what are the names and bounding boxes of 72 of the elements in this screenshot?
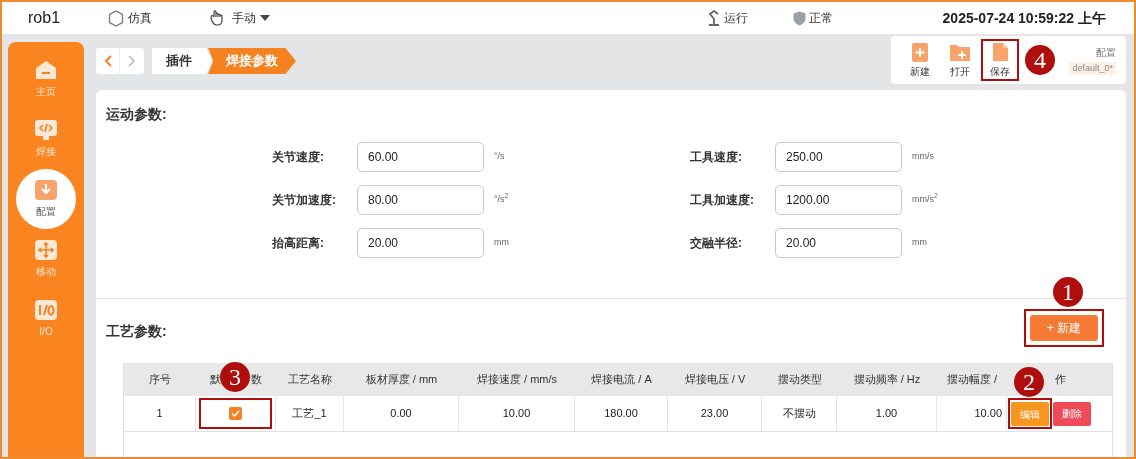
section-title: 运动参数:: [106, 105, 168, 124]
table-cell: 0.00: [344, 396, 459, 431]
table-cell: 23.00: [668, 396, 762, 431]
callout-frame: [981, 39, 1019, 81]
home-icon: [34, 59, 58, 81]
move-icon: [34, 239, 58, 261]
header-text: 数: [251, 372, 262, 388]
file-plus-icon: [909, 41, 931, 63]
check-icon: [231, 410, 240, 417]
header-text: 摆动幅度 /: [946, 372, 998, 388]
robot-name: rob1: [28, 8, 62, 28]
delete-button[interactable]: 删除: [1053, 401, 1091, 426]
health-label: 正常: [808, 10, 833, 27]
field-label: 抬高距离:: [272, 234, 325, 252]
download-icon: [34, 179, 58, 201]
file-icon: [990, 41, 1010, 63]
table-cell: 10.00: [459, 396, 575, 431]
unit-label: mm: [912, 235, 927, 249]
run-state-label: 运行: [723, 10, 748, 27]
table-cell: 10.00: [937, 396, 1007, 431]
input-field[interactable]: 20.00: [357, 227, 484, 258]
control-mode-dropdown[interactable]: 手动: [208, 9, 270, 27]
table-cell: 不摆动: [762, 396, 837, 431]
code-icon: [34, 119, 58, 141]
config-label: 配置: [1096, 45, 1116, 60]
header-text: 作: [1055, 372, 1066, 388]
io-icon: [34, 299, 58, 321]
input-field[interactable]: 250.00: [775, 141, 902, 172]
date-time: 2025-07-24 10:59:22 上午: [942, 8, 1106, 28]
input-field[interactable]: 60.00: [357, 141, 484, 172]
mode-label: 仿真: [128, 10, 152, 27]
chevron-right-icon: [128, 55, 136, 67]
field-label: 关节速度:: [272, 148, 325, 166]
callout-badge: 1: [1053, 277, 1083, 307]
field-label: 工具加速度:: [690, 191, 755, 209]
breadcrumb-item[interactable]: 插件: [152, 48, 212, 74]
header-text: 序号: [149, 372, 171, 388]
field-label: 工具速度:: [690, 148, 743, 166]
toolbar-button[interactable]: 打开: [945, 40, 975, 80]
chevron-left-icon: [103, 55, 112, 67]
header-text: 工艺名称: [288, 372, 332, 388]
header-text: 焊接电压 / V: [684, 372, 746, 388]
header-text: 摆动频率 / Hz: [853, 372, 921, 388]
field-label: 交融半径:: [690, 234, 743, 252]
callout-badge: 4: [1025, 45, 1055, 75]
robot-arm-icon: [706, 10, 721, 26]
table-cell: 工艺_1: [276, 396, 344, 431]
field-label: 关节加速度:: [272, 191, 337, 209]
unit-label: mm: [494, 235, 509, 249]
header-text: 摆动类型: [777, 372, 822, 388]
section-title: 工艺参数:: [106, 321, 167, 341]
unit-label: °/s$^{2}$: [494, 192, 509, 206]
callout-frame: [1008, 397, 1052, 430]
table-cell: 1: [124, 396, 196, 431]
config-name: default_0*: [1069, 61, 1116, 76]
checkbox[interactable]: [229, 407, 242, 420]
table-cell: 180.00: [575, 396, 668, 431]
table-cell: 1.00: [837, 396, 937, 431]
header-text: 焊接速度 / mm/s: [476, 372, 558, 388]
input-field[interactable]: 80.00: [357, 184, 484, 215]
toolbar-button[interactable]: 新建: [905, 40, 935, 80]
input-field[interactable]: 1200.00: [775, 184, 902, 215]
header-text: 默: [210, 372, 221, 388]
caret-icon: [260, 15, 270, 21]
header-text: 板材厚度 / mm: [365, 372, 438, 388]
unit-label: °/s: [494, 149, 505, 163]
shield-icon: [792, 10, 806, 26]
input-field[interactable]: 20.00: [775, 227, 902, 258]
unit-label: mm/s: [912, 149, 934, 163]
sidebar-item[interactable]: 配置: [16, 169, 76, 229]
unit-label: mm/s$^{2}$: [912, 192, 938, 206]
header-text: 焊接电流 / A: [591, 372, 652, 388]
